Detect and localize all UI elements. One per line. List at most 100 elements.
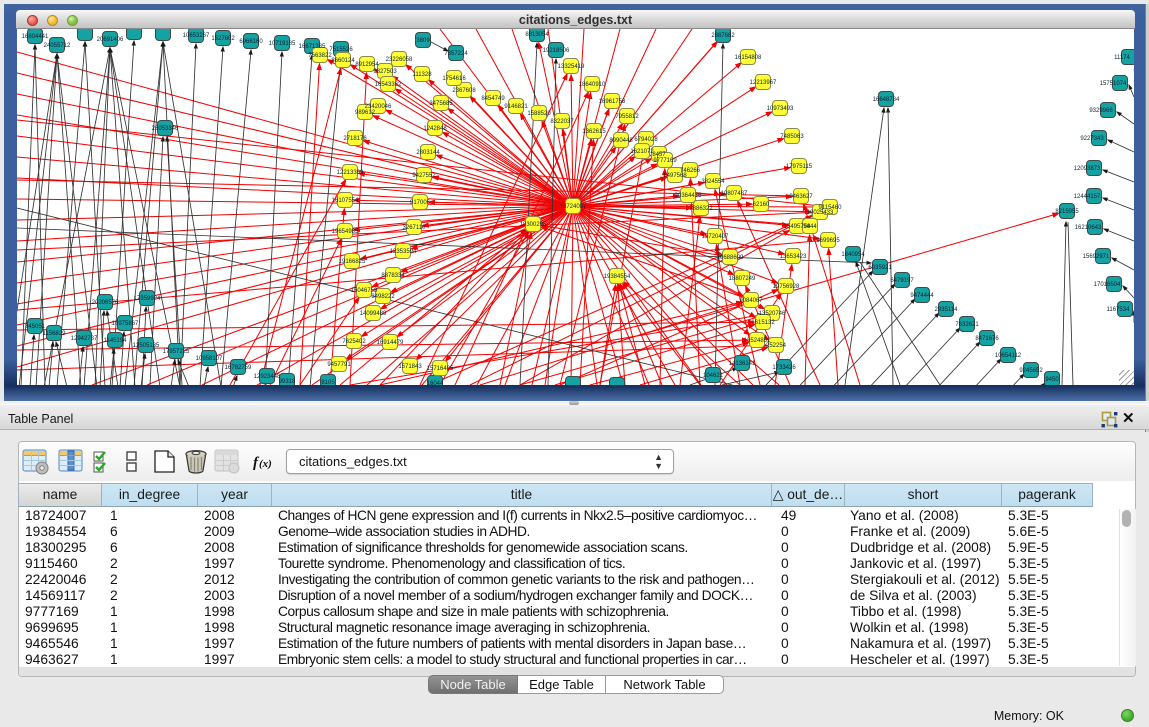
svg-text:3809: 3809 xyxy=(416,38,430,44)
svg-text:8322037: 8322037 xyxy=(550,119,574,125)
svg-text:6966160: 6966160 xyxy=(239,39,263,45)
svg-text:252254: 252254 xyxy=(766,343,787,349)
svg-text:6497568: 6497568 xyxy=(663,173,687,179)
svg-text:19218506: 19218506 xyxy=(543,48,570,54)
svg-text:12942737: 12942737 xyxy=(71,336,98,342)
svg-text:19384554: 19384554 xyxy=(604,274,631,280)
svg-text:1621072: 1621072 xyxy=(630,149,654,155)
svg-text:16154808: 16154808 xyxy=(735,55,762,61)
svg-text:7955812: 7955812 xyxy=(615,114,639,120)
svg-text:1571843: 1571843 xyxy=(398,364,422,370)
svg-text:2803144: 2803144 xyxy=(416,150,440,156)
svg-text:16914479: 16914479 xyxy=(377,340,404,346)
svg-text:10807487: 10807487 xyxy=(721,191,748,197)
svg-text:9699695: 9699695 xyxy=(816,238,840,244)
svg-text:23226058: 23226058 xyxy=(386,57,413,63)
svg-text:19166825: 19166825 xyxy=(339,259,366,265)
svg-text:10654112: 10654112 xyxy=(995,353,1022,359)
svg-text:3475685: 3475685 xyxy=(429,101,453,107)
svg-text:1527602: 1527602 xyxy=(211,36,235,42)
svg-text:12353594: 12353594 xyxy=(390,249,417,255)
svg-text:62160: 62160 xyxy=(753,202,770,208)
svg-text:2718176: 2718176 xyxy=(343,136,367,142)
svg-text:9115460: 9115460 xyxy=(819,205,843,211)
svg-text:9827503: 9827503 xyxy=(373,69,397,75)
svg-text:10975867: 10975867 xyxy=(112,321,139,327)
svg-text:7886322: 7886322 xyxy=(689,206,713,212)
svg-text:16782759: 16782759 xyxy=(225,365,252,371)
svg-text:7625402: 7625402 xyxy=(342,339,366,345)
svg-text:26053346: 26053346 xyxy=(152,126,179,132)
svg-text:1588520: 1588520 xyxy=(527,111,551,117)
svg-text:20691406: 20691406 xyxy=(97,37,124,43)
svg-text:13520746: 13520746 xyxy=(759,311,786,317)
svg-text:7485063: 7485063 xyxy=(780,134,804,140)
svg-text:2367608: 2367608 xyxy=(452,88,476,94)
svg-text:18300295: 18300295 xyxy=(520,222,547,228)
svg-text:24055712: 24055712 xyxy=(44,43,71,49)
svg-text:17359924: 17359924 xyxy=(134,296,161,302)
svg-text:20364436: 20364436 xyxy=(675,193,702,199)
svg-text:16961758: 16961758 xyxy=(599,99,626,105)
svg-text:1362615: 1362615 xyxy=(582,129,606,135)
svg-text:19654985: 19654985 xyxy=(332,229,359,235)
svg-text:17975115: 17975115 xyxy=(786,164,813,170)
svg-text:16648784: 16648784 xyxy=(873,97,900,103)
svg-text:9777169: 9777169 xyxy=(653,158,677,164)
svg-text:9450: 9450 xyxy=(1045,377,1059,383)
svg-text:1167534: 1167534 xyxy=(1107,307,1131,313)
svg-text:12213967: 12213967 xyxy=(750,80,777,86)
svg-text:8660124: 8660124 xyxy=(331,58,355,64)
svg-text:12093873: 12093873 xyxy=(1074,166,1101,172)
svg-text:11174: 11174 xyxy=(1114,55,1130,61)
svg-text:8471676: 8471676 xyxy=(975,336,999,342)
svg-text:8990448: 8990448 xyxy=(609,138,633,144)
svg-text:8215955: 8215955 xyxy=(1055,209,1079,215)
svg-text:1640954: 1640954 xyxy=(841,252,865,258)
svg-text:12444157: 12444157 xyxy=(1074,194,1101,200)
svg-text:10973493: 10973493 xyxy=(767,106,794,112)
svg-text:17016504: 17016504 xyxy=(1094,282,1121,288)
svg-text:19756928: 19756928 xyxy=(773,284,800,290)
svg-text:9329966: 9329966 xyxy=(1089,108,1113,114)
svg-text:20206576: 20206576 xyxy=(92,300,119,306)
svg-text:16044: 16044 xyxy=(427,381,444,385)
svg-text:15716485: 15716485 xyxy=(427,366,454,372)
svg-text:9457791: 9457791 xyxy=(327,362,351,368)
svg-text:104621: 104621 xyxy=(703,373,724,379)
svg-text:7515526: 7515526 xyxy=(329,47,353,53)
svg-text:9427552: 9427552 xyxy=(412,173,436,179)
svg-text:2935114: 2935114 xyxy=(935,307,959,313)
svg-text:(x): (x) xyxy=(259,458,272,470)
svg-text:9444: 9444 xyxy=(803,224,817,230)
svg-text:917006: 917006 xyxy=(410,200,431,206)
svg-text:23420046: 23420046 xyxy=(365,104,392,110)
svg-text:9474444: 9474444 xyxy=(910,293,934,299)
svg-text:16804441: 16804441 xyxy=(22,34,49,40)
svg-text:16210643: 16210643 xyxy=(1075,225,1102,231)
svg-text:9245652: 9245652 xyxy=(1019,368,1043,374)
svg-text:1615132: 1615132 xyxy=(751,320,775,326)
svg-text:12923448: 12923448 xyxy=(254,374,281,380)
svg-text:10958107: 10958107 xyxy=(196,356,223,362)
svg-text:3824554: 3824554 xyxy=(701,179,725,185)
svg-text:18807249: 18807249 xyxy=(729,276,756,282)
svg-text:1733426: 1733426 xyxy=(772,365,796,371)
svg-text:111328: 111328 xyxy=(412,72,432,78)
svg-text:16671385: 16671385 xyxy=(299,44,326,50)
svg-text:845051: 845051 xyxy=(25,324,46,330)
svg-text:16543362: 16543362 xyxy=(375,82,402,88)
svg-text:6935921: 6935921 xyxy=(868,265,892,271)
svg-text:10688609: 10688609 xyxy=(717,255,744,261)
svg-text:7357224: 7357224 xyxy=(444,51,468,57)
svg-text:8813054: 8813054 xyxy=(525,32,549,38)
svg-text:8105: 8105 xyxy=(321,380,335,385)
svg-text:14136141: 14136141 xyxy=(729,361,756,367)
svg-text:2887682: 2887682 xyxy=(711,33,735,39)
svg-text:10653267: 10653267 xyxy=(183,33,210,39)
svg-text:6794028: 6794028 xyxy=(634,137,658,143)
svg-text:1754616: 1754616 xyxy=(442,76,466,82)
svg-text:9463627: 9463627 xyxy=(789,194,813,200)
svg-text:99318: 99318 xyxy=(279,379,296,385)
svg-text:15751074: 15751074 xyxy=(1100,81,1127,87)
